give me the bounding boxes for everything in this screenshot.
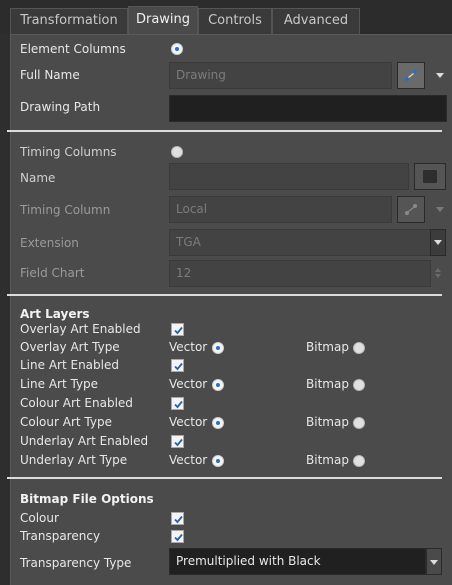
checkmark-icon [174,438,183,447]
link-icon [404,69,418,82]
underlay-vector-radio[interactable] [212,455,224,467]
underlay-bitmap-radio[interactable] [353,455,365,467]
extension-dropdown-button[interactable] [430,229,446,256]
vector-option-label: Vector [169,453,208,467]
element-columns-label: Element Columns [20,42,126,56]
overlay-bitmap-radio[interactable] [353,342,365,354]
checkmark-icon [174,400,183,409]
link-timing-button[interactable] [397,196,425,223]
field-chart-input[interactable]: 12 [169,260,431,287]
line-bitmap-radio[interactable] [353,379,365,391]
extension-label: Extension [20,236,79,250]
folder-icon [423,170,437,183]
colour-art-type-label: Colour Art Type [20,415,112,429]
full-name-field[interactable]: Drawing [169,62,392,89]
line-art-enabled-checkbox[interactable] [171,359,184,372]
timing-name-label: Name [20,171,56,185]
underlay-art-type-label: Underlay Art Type [20,453,128,467]
checkmark-icon [174,515,183,524]
chevron-down-icon[interactable] [436,207,444,212]
timing-columns-radio[interactable] [171,146,183,158]
spinner-arrows-icon[interactable] [435,268,441,278]
bitmap-option-label: Bitmap [306,377,349,391]
chevron-down-icon [434,240,442,245]
bitmap-colour-label: Colour [20,511,59,525]
tab-advanced[interactable]: Advanced [272,8,360,34]
tab-drawing[interactable]: Drawing [128,6,198,34]
section-divider [7,294,442,296]
bitmap-option-label: Bitmap [306,453,349,467]
bitmap-option-label: Bitmap [306,340,349,354]
line-art-enabled-label: Line Art Enabled [20,358,119,372]
colour-art-enabled-label: Colour Art Enabled [20,396,133,410]
line-vector-radio[interactable] [212,379,224,391]
full-name-label: Full Name [20,68,80,82]
colour-art-enabled-checkbox[interactable] [171,397,184,410]
browse-button[interactable] [414,163,446,190]
extension-select[interactable]: TGA [169,229,431,256]
section-divider [7,477,442,479]
drawing-path-field[interactable] [169,95,447,122]
timing-column-field[interactable]: Local [169,196,392,223]
underlay-art-enabled-label: Underlay Art Enabled [20,434,149,448]
transparency-type-dropdown-button[interactable] [426,548,442,575]
link-drawing-button[interactable] [397,62,425,89]
section-divider [7,130,442,132]
overlay-vector-radio[interactable] [212,342,224,354]
timing-name-field[interactable] [169,163,409,190]
checkmark-icon [174,362,183,371]
underlay-art-enabled-checkbox[interactable] [171,435,184,448]
field-chart-label: Field Chart [20,266,85,280]
checkmark-icon [174,326,183,335]
drawing-path-label: Drawing Path [20,100,101,114]
vector-option-label: Vector [169,377,208,391]
colour-bitmap-radio[interactable] [353,417,365,429]
tab-bar: Transformation Drawing Controls Advanced [0,0,452,34]
art-layers-heading: Art Layers [20,307,90,321]
transparency-label: Transparency [20,529,101,543]
line-art-type-label: Line Art Type [20,377,99,391]
checkmark-icon [174,533,183,542]
transparency-type-label: Transparency Type [20,556,132,570]
transparency-checkbox[interactable] [171,530,184,543]
overlay-art-enabled-label: Overlay Art Enabled [20,322,141,336]
link-icon [405,204,417,215]
transparency-type-select[interactable]: Premultiplied with Black [169,548,426,575]
vector-option-label: Vector [169,415,208,429]
timing-columns-label: Timing Columns [20,145,117,159]
bitmap-colour-checkbox[interactable] [171,512,184,525]
chevron-down-icon[interactable] [436,73,444,78]
overlay-art-enabled-checkbox[interactable] [171,323,184,336]
colour-vector-radio[interactable] [212,417,224,429]
chevron-down-icon [430,560,438,565]
vector-option-label: Vector [169,340,208,354]
bitmap-option-label: Bitmap [306,415,349,429]
bitmap-file-options-heading: Bitmap File Options [20,492,154,506]
overlay-art-type-label: Overlay Art Type [20,340,120,354]
tab-controls[interactable]: Controls [198,8,272,34]
element-columns-radio[interactable] [171,43,183,55]
tab-transformation[interactable]: Transformation [10,8,128,34]
timing-column-label: Timing Column [20,203,111,217]
